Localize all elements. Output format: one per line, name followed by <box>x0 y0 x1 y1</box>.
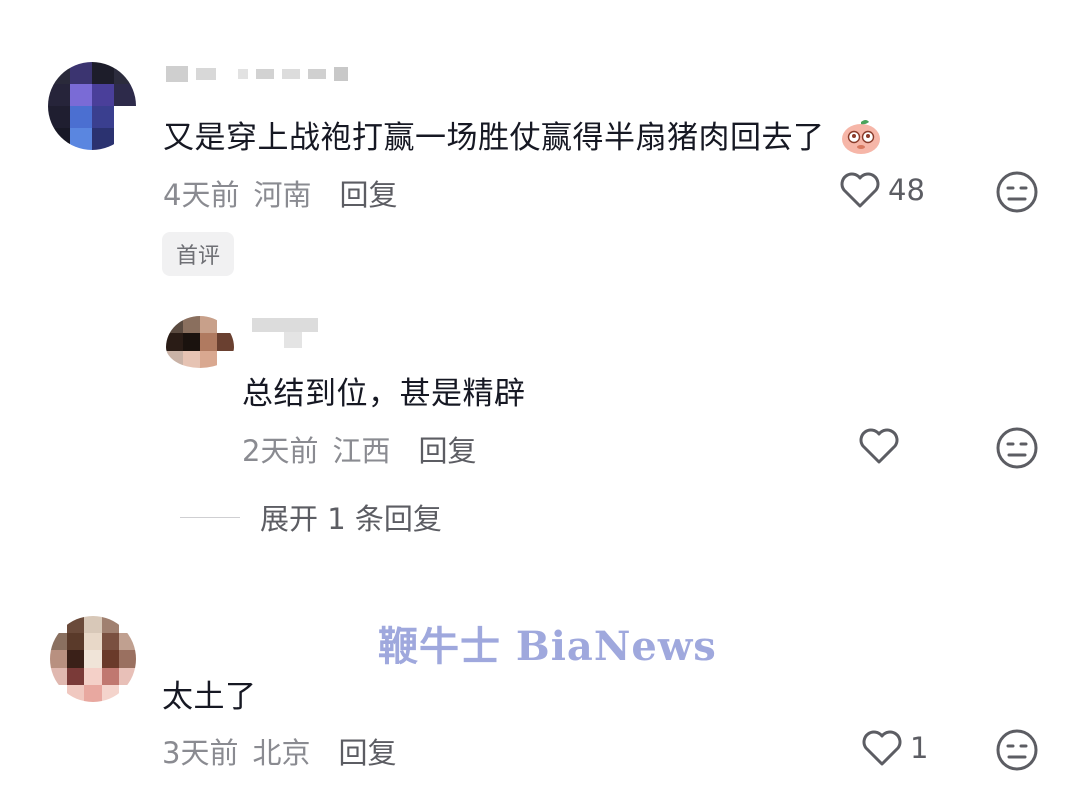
reply-location: 江西 <box>332 434 391 468</box>
comment-page: 又是穿上战袍打赢一场胜仗赢得半扇猪肉回去了 4天前 河南 回复 48 首评 总结… <box>0 0 1080 799</box>
reply-meta: 2天前 江西 回复 <box>242 428 476 470</box>
comment-meta: 3天前 北京 回复 <box>162 730 396 772</box>
comment-location: 河南 <box>253 178 312 212</box>
reply-time: 2天前 <box>242 434 319 468</box>
heart-outline-icon <box>862 730 902 766</box>
like-count: 1 <box>910 731 929 765</box>
meh-face-icon <box>996 729 1038 771</box>
comment-location: 北京 <box>252 736 311 770</box>
meh-face-icon <box>996 171 1038 213</box>
dislike-button[interactable] <box>995 170 1039 218</box>
like-button[interactable]: 48 <box>838 170 925 210</box>
avatar[interactable] <box>50 616 136 702</box>
expand-replies-label: 展开 1 条回复 <box>260 502 442 536</box>
heart-outline-icon <box>859 428 899 464</box>
reply-dislike-button[interactable] <box>995 426 1039 474</box>
username-blurred[interactable] <box>166 66 348 82</box>
like-count: 48 <box>888 173 925 207</box>
peach-face-emoji-icon <box>839 116 883 164</box>
meh-face-icon <box>996 427 1038 469</box>
first-comment-badge: 首评 <box>162 232 235 276</box>
reply-reply-button[interactable]: 回复 <box>418 434 476 468</box>
comment-time: 3天前 <box>162 736 239 770</box>
reply-username-blur-fragment <box>284 332 302 348</box>
avatar[interactable] <box>48 62 136 150</box>
expand-divider <box>180 516 240 518</box>
expand-replies-button[interactable]: 展开 1 条回复 <box>180 496 442 538</box>
reply-avatar[interactable] <box>166 316 234 368</box>
reply-username-blurred[interactable] <box>252 318 318 332</box>
like-button[interactable]: 1 <box>860 728 928 768</box>
comment-text: 又是穿上战袍打赢一场胜仗赢得半扇猪肉回去了 <box>163 112 883 164</box>
reply-button[interactable]: 回复 <box>339 178 397 212</box>
watermark: 鞭牛士 BiaNews <box>378 623 717 670</box>
comment-time: 4天前 <box>163 178 240 212</box>
comment-meta: 4天前 河南 回复 <box>163 172 397 214</box>
comment-text: 太土了 <box>162 679 257 715</box>
dislike-button[interactable] <box>995 728 1039 776</box>
reply-button[interactable]: 回复 <box>338 736 396 770</box>
reply-text: 总结到位，甚是精辟 <box>242 376 526 412</box>
heart-outline-icon <box>840 172 880 208</box>
reply-like-button[interactable] <box>857 426 907 466</box>
